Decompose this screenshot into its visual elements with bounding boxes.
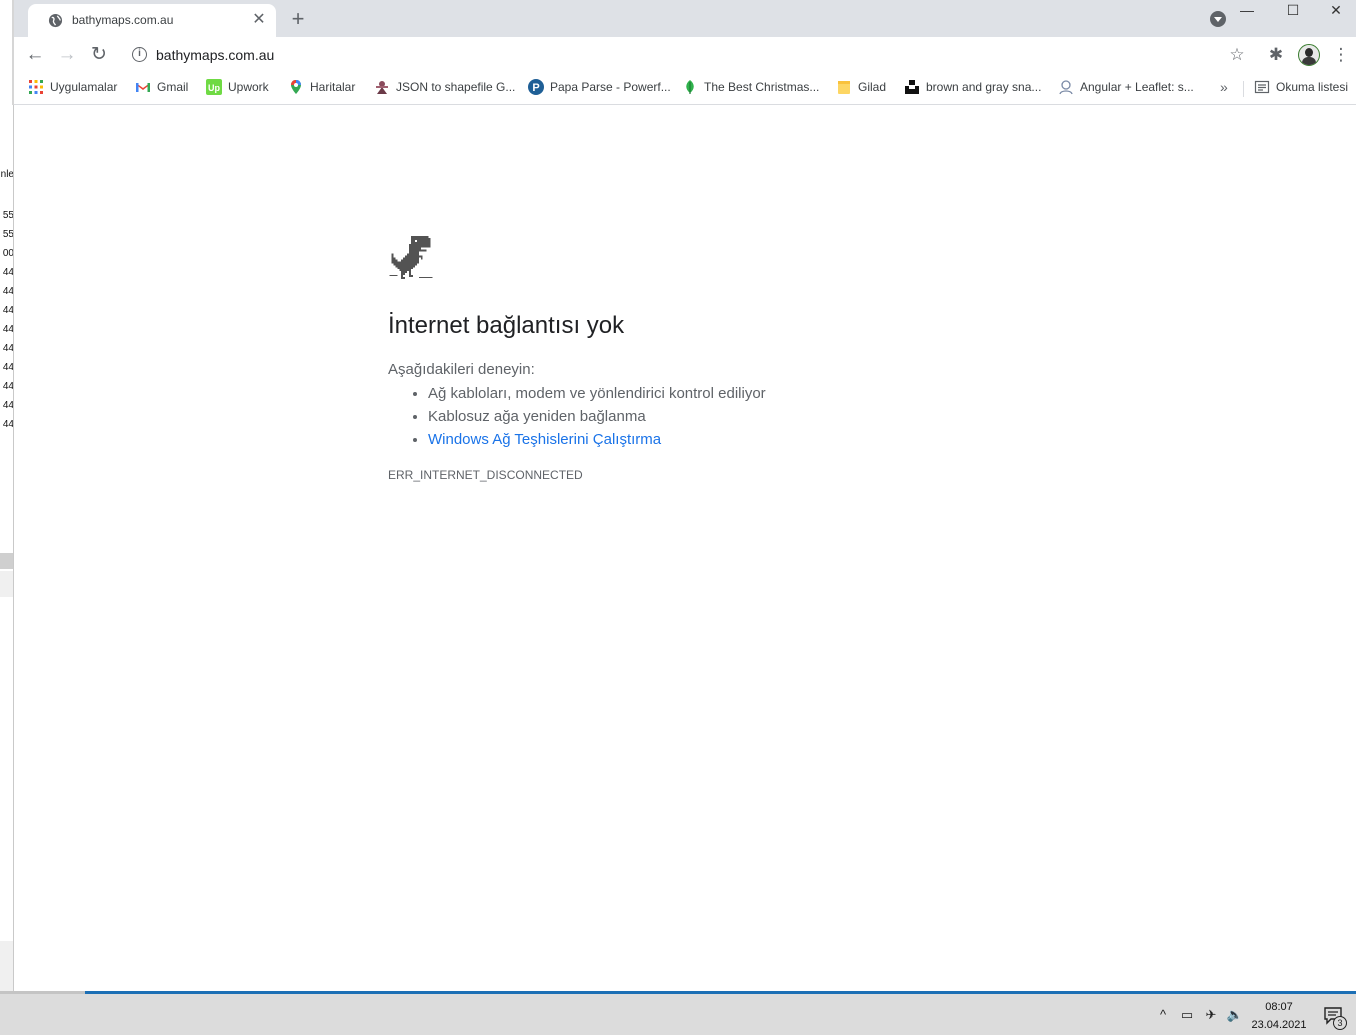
bookmark-label: Haritalar [310,80,356,94]
taskbar-edge [0,991,85,994]
svg-text:Up: Up [208,83,220,93]
bookmark-papa-parse[interactable]: P Papa Parse - Powerf... [528,79,671,99]
bookmark-label: brown and gray sna... [926,80,1042,94]
background-panel [0,571,13,597]
tab-title: bathymaps.com.au [72,13,174,27]
bookmark-label: The Best Christmas... [704,80,820,94]
new-tab-button[interactable]: + [286,8,310,32]
close-window-button[interactable]: ✕ [1316,0,1356,30]
background-text-fragment: 44 [2,305,14,316]
reload-button[interactable]: ↻ [86,43,112,67]
maximize-button[interactable]: ☐ [1270,0,1316,30]
forward-button[interactable]: → [54,43,80,67]
browser-toolbar: ← → ↻ i bathymaps.com.au ☆ ✱ ⋮ [14,37,1356,73]
bookmark-label: Gilad [858,80,887,94]
leaf-icon [682,79,698,95]
background-text-fragment: 44 [2,400,14,411]
reading-list-label: Okuma listesi [1276,80,1349,94]
bookmark-uygulamalar[interactable]: Uygulamalar [28,79,117,99]
action-center-button[interactable]: 3 [1322,1005,1347,1030]
background-text-fragment: 44 [2,381,14,392]
bookmarks-bar: Uygulamalar Gmail Up Upwork Haritalar JS… [14,73,1356,105]
background-window: nle 55 55 00 44 44 44 44 44 44 44 44 44 [0,105,14,991]
bookmark-gilad[interactable]: Gilad [836,79,886,99]
back-button[interactable]: ← [22,43,48,67]
page-content: İnternet bağlantısı yok Aşağıdakileri de… [14,106,1356,991]
background-text-fragment: 44 [2,324,14,335]
bookmark-brown-gray-snake[interactable]: brown and gray sna... [904,79,1041,99]
bookmarks-divider [1243,81,1244,97]
reading-list-button[interactable]: Okuma listesi [1254,79,1348,99]
url-text[interactable]: bathymaps.com.au [156,47,274,63]
globe-icon [48,13,63,28]
clock-date: 23.04.2021 [1251,1019,1307,1031]
network-diagnostics-link[interactable]: Windows Ağ Teşhislerini Çalıştırma [428,431,661,448]
bookmark-json-to-shapefile[interactable]: JSON to shapefile G... [374,79,515,99]
suggestions-list: Ağ kabloları, modem ve yönlendirici kont… [428,384,766,453]
bookmark-haritalar[interactable]: Haritalar [288,79,355,99]
background-text-fragment: 00 [2,248,14,259]
bookmark-best-christmas[interactable]: The Best Christmas... [682,79,819,99]
upwork-icon: Up [206,79,222,95]
suggestion-item: Windows Ağ Teşhislerini Çalıştırma [428,430,766,453]
apps-grid-icon [28,79,44,95]
bookmark-label: Angular + Leaflet: s... [1080,80,1194,94]
profile-icon [1058,79,1074,95]
bookmark-angular-leaflet[interactable]: Angular + Leaflet: s... [1058,79,1194,99]
papaparse-icon: P [528,79,544,95]
extensions-icon[interactable]: ✱ [1264,43,1288,67]
clock-time: 08:07 [1265,1001,1293,1013]
battery-icon[interactable]: ▭ [1178,1006,1196,1024]
background-text-fragment: 44 [2,343,14,354]
folder-icon [836,79,852,95]
minimize-button[interactable]: — [1224,0,1270,30]
profile-avatar[interactable] [1298,44,1320,66]
error-code: ERR_INTERNET_DISCONNECTED [388,468,583,482]
tab-bathymaps[interactable]: bathymaps.com.au ✕ [28,4,276,37]
notification-count-badge: 3 [1333,1016,1347,1030]
gmail-icon [135,79,151,95]
show-hidden-icons-chevron-icon[interactable]: ^ [1154,1006,1172,1024]
tab-close-icon[interactable]: ✕ [250,11,268,29]
bookmark-label: Gmail [157,80,189,94]
suggestion-item: Ağ kabloları, modem ve yönlendirici kont… [428,384,766,407]
dinosaur-icon[interactable] [388,234,434,280]
bookmark-gmail[interactable]: Gmail [135,79,188,99]
background-panel [0,941,13,991]
unsplash-icon [904,79,920,95]
reading-list-icon [1254,79,1270,95]
chrome-menu-icon[interactable]: ⋮ [1329,43,1353,67]
background-scrollbar [0,553,13,569]
background-text-fragment: 44 [2,419,14,430]
bookmark-label: Upwork [228,80,269,94]
background-text-fragment: nle [0,169,14,180]
site-info-icon[interactable]: i [132,47,147,62]
address-bar[interactable]: i bathymaps.com.au [124,41,1214,69]
airplane-mode-icon[interactable]: ✈ [1202,1006,1220,1024]
bookmark-label: Papa Parse - Powerf... [550,80,671,94]
try-label: Aşağıdakileri deneyin: [388,361,535,378]
background-text-fragment: 44 [2,362,14,373]
bookmark-label: Uygulamalar [50,80,118,94]
svg-text:P: P [532,82,539,94]
suggestion-item: Kablosuz ağa yeniden bağlanma [428,407,766,430]
windows-taskbar: ^ ▭ ✈ 🔈 08:07 23.04.2021 3 [0,991,1356,1035]
error-title: İnternet bağlantısı yok [388,312,625,339]
background-text-fragment: 44 [2,286,14,297]
maps-pin-icon [288,79,304,95]
background-text-fragment: 55 [2,229,14,240]
system-clock[interactable]: 08:07 23.04.2021 [1246,998,1312,1034]
tab-strip: bathymaps.com.au ✕ + [14,0,1356,37]
bookmark-upwork[interactable]: Up Upwork [206,79,269,99]
background-text-fragment: 44 [2,267,14,278]
json-shapefile-icon [374,79,390,95]
bookmark-star-icon[interactable]: ☆ [1225,43,1249,67]
volume-icon[interactable]: 🔈 [1226,1006,1244,1024]
bookmarks-overflow-button[interactable]: » [1220,79,1228,95]
bookmark-label: JSON to shapefile G... [396,80,516,94]
background-text-fragment: 55 [2,210,14,221]
